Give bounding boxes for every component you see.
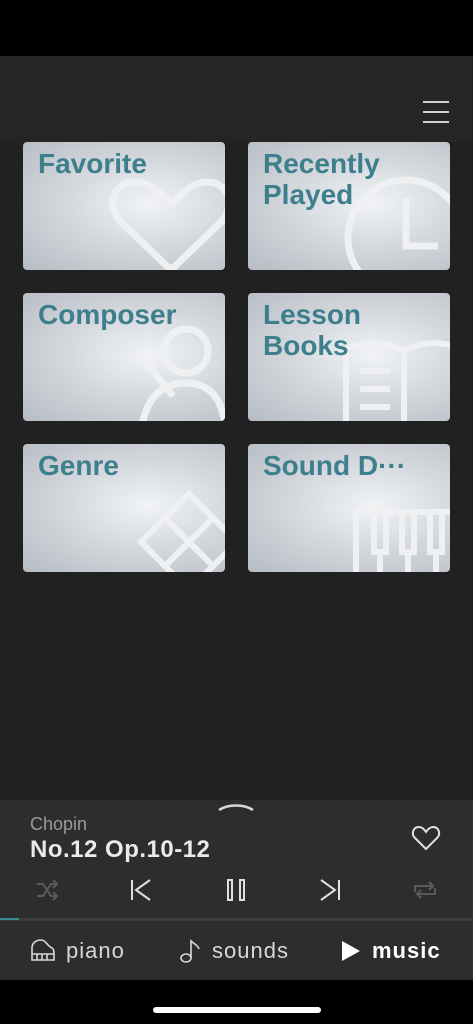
category-tile-genre[interactable]: Genre — [23, 444, 225, 572]
category-label: Favorite — [38, 148, 147, 179]
next-track-icon[interactable] — [314, 874, 346, 906]
grand-piano-icon — [31, 939, 55, 961]
category-tile-lesson-books[interactable]: Lesson Books — [248, 293, 450, 421]
category-label: Composer — [38, 299, 177, 330]
pause-icon[interactable] — [220, 874, 252, 906]
hamburger-menu-icon[interactable] — [423, 101, 449, 123]
tab-sounds[interactable]: sounds — [178, 921, 289, 981]
category-tile-recently-played[interactable]: Recently Played — [248, 142, 450, 270]
now-playing-bar[interactable]: Chopin No.12 Op.10-12 — [0, 800, 473, 920]
play-icon — [342, 941, 360, 961]
tab-label: music — [372, 938, 441, 963]
chevron-up-icon[interactable] — [216, 800, 256, 814]
bottom-tab-bar: piano sounds music — [0, 920, 473, 980]
shuffle-icon[interactable] — [31, 874, 63, 906]
home-indicator[interactable] — [153, 1007, 321, 1013]
music-note-icon — [180, 939, 200, 963]
category-tile-composer[interactable]: Composer — [23, 293, 225, 421]
track-artist: Chopin — [30, 814, 88, 834]
tab-label: sounds — [212, 938, 289, 963]
status-bar — [0, 0, 473, 56]
category-tile-favorite[interactable]: Favorite — [23, 142, 225, 270]
tab-label: piano — [66, 938, 125, 963]
heart-icon[interactable] — [411, 824, 441, 852]
category-label: Lesson Books — [263, 299, 362, 361]
category-tile-sound-demo[interactable]: Sound D··· — [248, 444, 450, 572]
tab-piano[interactable]: piano — [30, 921, 125, 981]
category-label: Recently Played — [263, 148, 380, 210]
category-label: Genre — [38, 450, 119, 481]
category-label: Sound D··· — [263, 450, 407, 481]
repeat-icon[interactable] — [409, 874, 441, 906]
home-area — [0, 980, 473, 1024]
top-bar — [0, 56, 473, 142]
playback-controls — [0, 874, 473, 910]
tab-music[interactable]: music — [340, 921, 441, 981]
track-title: No.12 Op.10-12 — [30, 836, 211, 863]
previous-track-icon[interactable] — [125, 874, 157, 906]
